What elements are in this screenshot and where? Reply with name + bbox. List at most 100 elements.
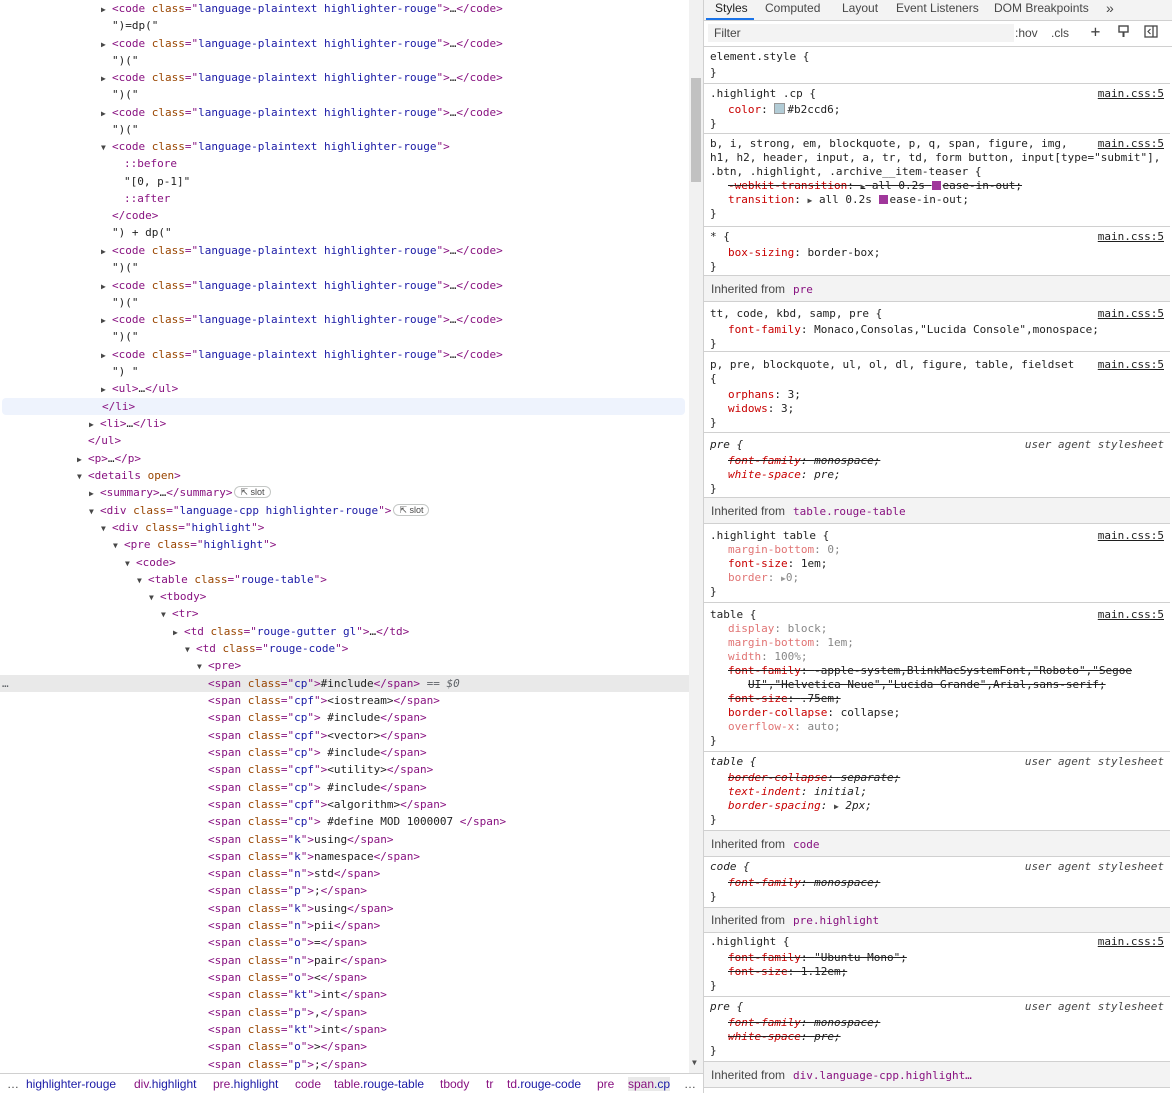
tab-styles[interactable]: Styles — [715, 1, 748, 15]
style-property[interactable]: transition: ▶ all 0.2s ease-in-out; — [728, 193, 969, 208]
dom-node-row[interactable]: <span class="cp"> #include</span> — [0, 744, 689, 761]
dom-node-row[interactable]: <span class="k">using</span> — [0, 900, 689, 917]
dom-node-row[interactable]: ▶ <p>…</p> — [0, 450, 689, 467]
source-link[interactable]: main.css:5 — [1098, 358, 1164, 371]
dom-node-row[interactable]: <span class="cp"> #include</span> — [0, 709, 689, 726]
dom-node-row[interactable]: ▶ <li>…</li> — [0, 415, 689, 432]
dom-node-row[interactable]: <span class="cp"> #include</span> — [0, 779, 689, 796]
dom-node-row[interactable]: ▼ <td class="rouge-code"> — [0, 640, 689, 657]
breadcrumb-item[interactable]: td.rouge-code — [507, 1077, 581, 1091]
dom-node-row[interactable]: ")(" — [0, 259, 689, 276]
collapsed-triangle-icon[interactable]: ▶ — [101, 312, 112, 329]
dom-node-row[interactable]: </ul> — [0, 432, 689, 449]
breadcrumb-item[interactable]: tbody — [440, 1077, 469, 1091]
dom-node-row[interactable]: ") " — [0, 363, 689, 380]
dom-node-row[interactable]: <span class="cp"> #define MOD 1000007 </… — [0, 813, 689, 830]
dom-node-row[interactable]: ")=dp(" — [0, 17, 689, 34]
style-property-overridden[interactable]: font-family: monospace; — [728, 454, 880, 468]
expanded-triangle-icon[interactable]: ▼ — [101, 520, 112, 537]
expanded-triangle-icon[interactable]: ▼ — [77, 468, 88, 485]
expanded-triangle-icon[interactable]: ▼ — [113, 537, 124, 554]
highlight-table-rule[interactable]: .highlight table { main.css:5 margin-bot… — [704, 524, 1170, 603]
style-property-inactive[interactable]: display: block; — [728, 622, 827, 636]
style-property-inactive[interactable]: width: 100%; — [728, 650, 808, 664]
dom-node-row[interactable]: ▼ <pre class="highlight"> — [0, 536, 689, 553]
dom-node-row[interactable]: ")(" — [0, 121, 689, 138]
tab-computed[interactable]: Computed — [765, 1, 820, 15]
dom-node-row[interactable]: ▼ <table class="rouge-table"> — [0, 571, 689, 588]
style-property-overridden[interactable]: font-size: 1.12em; — [728, 965, 847, 979]
tt-code-rule[interactable]: tt, code, kbd, samp, pre { main.css:5 fo… — [704, 302, 1170, 352]
dom-node-row[interactable]: ▶ <td class="rouge-gutter gl">…</td> — [0, 623, 689, 640]
dom-node-row[interactable]: </li> — [2, 398, 685, 415]
collapsed-triangle-icon[interactable]: ▶ — [173, 624, 184, 641]
collapsed-triangle-icon[interactable]: ▶ — [101, 278, 112, 295]
breadcrumb-item[interactable]: code — [295, 1077, 321, 1091]
highlight-rule[interactable]: .highlight { main.css:5 font-family: "Ub… — [704, 933, 1170, 997]
dom-node-row[interactable]: ▶ <code class="language-plaintext highlig… — [0, 311, 689, 328]
breadcrumb-item[interactable]: highlighter-rouge — [26, 1077, 116, 1091]
expanded-triangle-icon[interactable]: ▼ — [185, 641, 196, 658]
dom-node-row[interactable]: <span class="cpf"><utility></span> — [0, 761, 689, 778]
style-property-inactive[interactable]: margin-bottom: 1em; — [728, 636, 854, 650]
inherited-selector[interactable]: code — [793, 838, 820, 851]
table-rule[interactable]: table { main.css:5 display: block; margi… — [704, 603, 1170, 752]
dom-node-row[interactable]: ▶ <code class="language-plaintext highlig… — [0, 277, 689, 294]
dom-node-row[interactable]: ▼ <tr> — [0, 605, 689, 622]
source-link[interactable]: main.css:5 — [1098, 935, 1164, 948]
style-property-overridden[interactable]: font-family: -apple-system,BlinkMacSyste… — [728, 664, 1132, 678]
group-selector-rule[interactable]: b, i, strong, em, blockquote, p, q, span… — [704, 134, 1170, 227]
dom-node-row[interactable]: <span class="cpf"><iostream></span> — [0, 692, 689, 709]
dom-node-row[interactable]: "[0, p-1]" — [0, 173, 689, 190]
more-tabs-icon[interactable]: » — [1106, 0, 1114, 16]
dom-node-row[interactable]: <span class="cpf"><algorithm></span> — [0, 796, 689, 813]
dom-node-row[interactable]: ▼ <details open> — [0, 467, 689, 484]
highlight-cp-rule[interactable]: .highlight .cp { main.css:5 color: #b2cc… — [704, 84, 1170, 134]
style-property[interactable]: orphans: 3; — [728, 388, 801, 402]
style-property-overridden[interactable]: font-family: monospace; — [728, 1016, 880, 1030]
dom-node-row[interactable]: ▼ <code> — [0, 554, 689, 571]
table-ua-rule[interactable]: table { user agent stylesheet border-col… — [704, 752, 1170, 831]
tab-event-listeners[interactable]: Event Listeners — [896, 1, 979, 15]
dom-node-row[interactable]: ▶ <code class="language-plaintext highlig… — [0, 35, 689, 52]
dom-node-row[interactable]: <span class="p">,</span> — [0, 1004, 689, 1021]
style-property-inactive[interactable]: overflow-x: auto; — [728, 720, 841, 734]
style-property[interactable]: text-indent: initial; — [728, 785, 867, 799]
paint-icon[interactable] — [1117, 25, 1130, 38]
expanded-triangle-icon[interactable]: ▼ — [89, 503, 100, 520]
collapsed-triangle-icon[interactable]: ▶ — [101, 36, 112, 53]
dom-node-row[interactable]: ▶ <code class="language-plaintext highlig… — [0, 69, 689, 86]
universal-rule[interactable]: * { main.css:5 box-sizing: border-box; } — [704, 227, 1170, 276]
style-property-overridden[interactable]: font-family: "Ubuntu Mono"; — [728, 951, 907, 965]
dom-node-row[interactable]: ") + dp(" — [0, 224, 689, 241]
dom-node-row[interactable]: ▼ <code class="language-plaintext highlig… — [0, 138, 689, 155]
style-property[interactable]: white-space: pre; — [728, 468, 841, 482]
expanded-triangle-icon[interactable]: ▼ — [149, 589, 160, 606]
source-link[interactable]: main.css:5 — [1098, 608, 1164, 621]
style-property-inactive[interactable]: border: ▶0; — [728, 571, 799, 586]
style-property-overridden[interactable]: border-collapse: separate; — [728, 771, 900, 785]
collapsed-triangle-icon[interactable]: ▶ — [89, 416, 100, 433]
expand-triangle-icon[interactable]: ▶ — [834, 802, 839, 811]
style-property-overridden[interactable]: white-space: pre; — [728, 1030, 841, 1044]
dom-node-row[interactable]: <span class="o"><</span> — [0, 969, 689, 986]
style-property[interactable]: font-family: Monaco,Consolas,"Lucida Con… — [728, 323, 1099, 337]
dom-node-row[interactable]: ")(" — [0, 328, 689, 345]
code-ua-rule[interactable]: code { user agent stylesheet font-family… — [704, 857, 1170, 908]
elements-scrollbar[interactable]: ▼ — [689, 0, 703, 1073]
breadcrumb-item[interactable]: tr — [486, 1077, 493, 1091]
sidebar-toggle-icon[interactable] — [1144, 25, 1158, 38]
dom-node-row[interactable]: </code> — [0, 207, 689, 224]
dom-node-row[interactable]: <span class="cp">#include</span> == $0… — [0, 675, 689, 692]
collapsed-triangle-icon[interactable]: ▶ — [101, 70, 112, 87]
source-link[interactable]: main.css:5 — [1098, 230, 1164, 243]
breadcrumb-item[interactable]: div.highlight — [134, 1077, 197, 1091]
source-link[interactable]: main.css:5 — [1098, 87, 1164, 100]
style-property-overridden[interactable]: font-family: monospace; — [728, 876, 880, 890]
style-property[interactable]: border-spacing: ▶ 2px; — [728, 799, 872, 814]
dom-node-row[interactable]: ")(" — [0, 86, 689, 103]
easing-icon[interactable] — [878, 195, 888, 204]
dom-node-row[interactable]: <span class="o">=</span> — [0, 934, 689, 951]
expanded-triangle-icon[interactable]: ▼ — [101, 139, 112, 156]
dom-node-row[interactable]: ")(" — [0, 52, 689, 69]
